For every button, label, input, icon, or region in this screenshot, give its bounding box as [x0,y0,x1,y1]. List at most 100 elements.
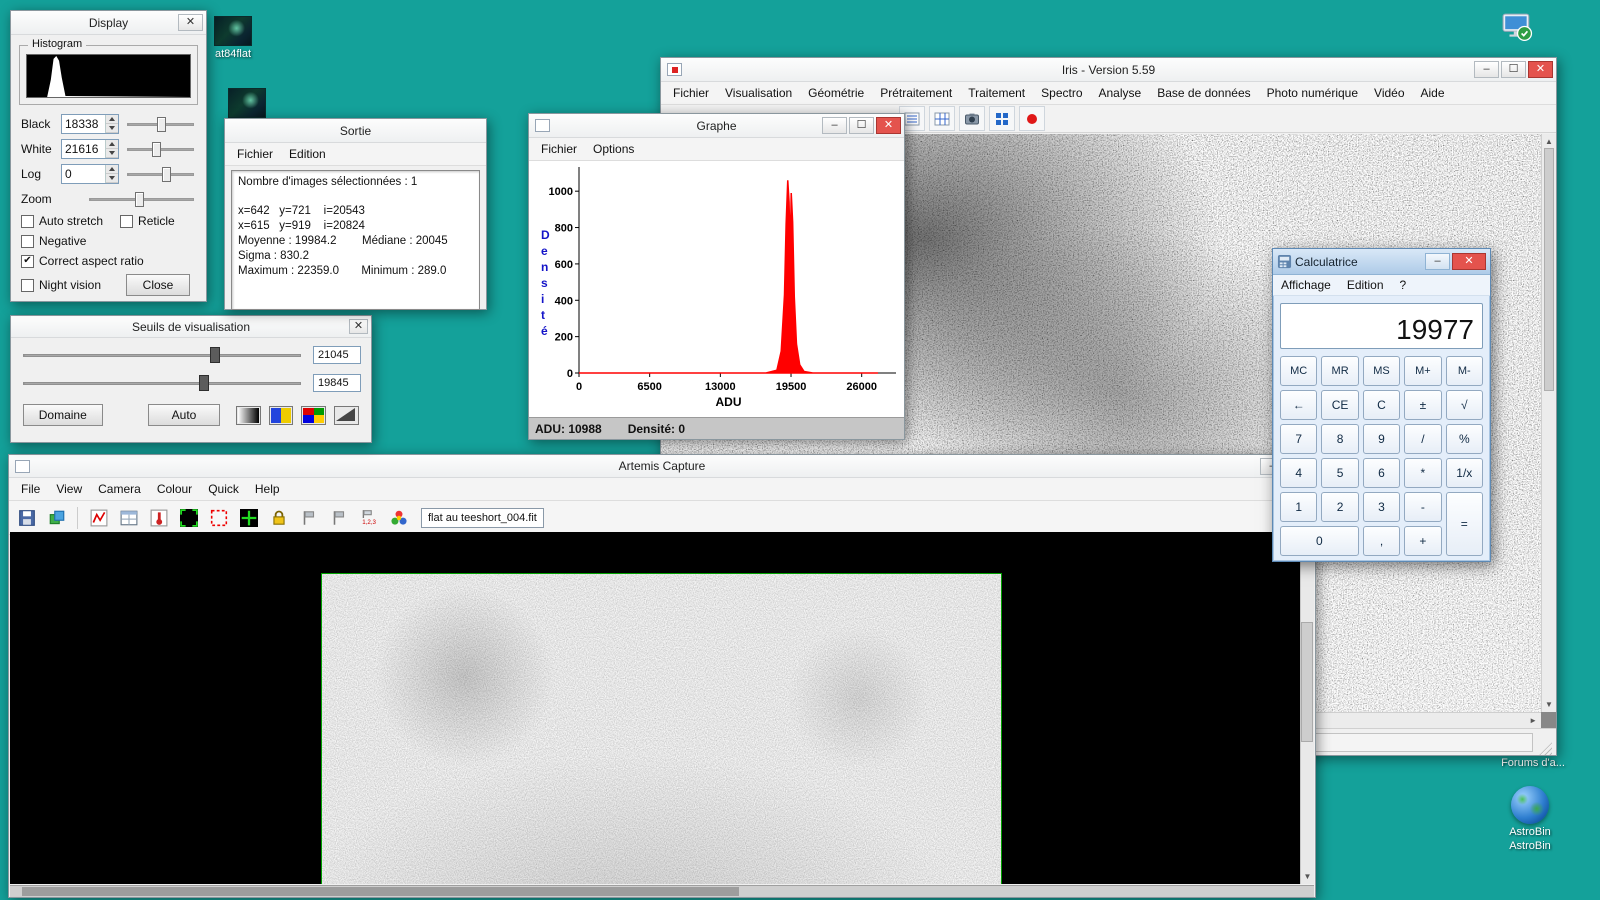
menu-item-aide[interactable]: Aide [1413,83,1453,103]
scroll-right-arrow-icon[interactable]: ► [1525,713,1541,728]
table-window-icon[interactable] [115,504,142,531]
menu-item-view[interactable]: View [48,479,90,499]
black-level-slider[interactable] [125,115,196,133]
graphe-minimize-button[interactable]: – [822,117,847,134]
artemis-hscroll-thumb[interactable] [22,887,740,896]
spin-up-icon[interactable] [106,139,118,149]
slider-thumb[interactable] [161,166,171,182]
high-threshold-thumb[interactable] [209,347,220,363]
calc-minimize-button[interactable]: – [1425,253,1450,270]
iris-vscroll-thumb[interactable] [1544,148,1554,391]
desktop-icon-thumbnail-2[interactable] [228,88,266,118]
negative-checkbox[interactable] [21,234,34,248]
artemis-titlebar[interactable]: Artemis Capture – ☐ [9,455,1315,478]
flag-icon[interactable] [295,504,322,531]
spin-down-icon[interactable] [106,148,118,158]
display-close-button[interactable]: ✕ [178,14,203,31]
menu-item-traitement[interactable]: Traitement [960,83,1033,103]
slider-thumb[interactable] [151,141,161,157]
low-threshold-value[interactable]: 19845 [313,374,361,392]
subframe-select-icon[interactable] [175,504,202,531]
black-level-spinner[interactable]: 18338 [61,113,119,134]
high-threshold-value[interactable]: 21045 [313,346,361,364]
zoom-slider[interactable] [87,190,196,208]
calc-key-reciprocal[interactable]: 1/x [1445,458,1483,488]
menu-item-pretraitement[interactable]: Prétraitement [872,83,960,103]
calc-key-mminus[interactable]: M- [1445,356,1483,386]
white-level-value[interactable]: 21616 [62,140,105,158]
menu-item-spectro[interactable]: Spectro [1033,83,1090,103]
log-spinner[interactable]: 0 [61,163,119,184]
calc-key-multiply[interactable]: * [1404,458,1442,488]
menu-item-geometrie[interactable]: Géométrie [800,83,872,103]
signal-chart-icon[interactable] [85,504,112,531]
artemis-flat-image[interactable] [321,573,1002,884]
artemis-vscroll-thumb[interactable] [1301,622,1313,742]
scroll-up-arrow-icon[interactable]: ▲ [1541,134,1556,149]
seuils-titlebar[interactable]: Seuils de visualisation ✕ [11,316,371,338]
color-blocks-icon[interactable] [989,106,1015,131]
spin-down-icon[interactable] [106,123,118,133]
grid-icon[interactable] [929,106,955,131]
menu-item-quick[interactable]: Quick [200,479,247,499]
low-threshold-slider[interactable] [21,373,303,393]
calc-key-ms[interactable]: MS [1362,356,1401,386]
calc-key-3[interactable]: 3 [1362,492,1401,522]
menu-item-affichage[interactable]: Affichage [1273,275,1339,295]
sortie-output[interactable]: Nombre d'images sélectionnées : 1 x=642 … [231,170,480,310]
domaine-button[interactable]: Domaine [23,404,103,426]
calc-key-plus[interactable]: + [1404,526,1442,556]
lock-icon[interactable] [265,504,292,531]
menu-item-fichier[interactable]: Fichier [533,139,585,159]
auto-button[interactable]: Auto [148,404,220,426]
close-button[interactable]: Close [126,274,190,296]
menu-item-fichier[interactable]: Fichier [229,144,281,164]
scroll-down-arrow-icon[interactable]: ▼ [1541,697,1556,712]
desktop-icon-system[interactable] [1500,12,1534,42]
menu-item-edition[interactable]: Edition [1339,275,1392,295]
menu-item-colour[interactable]: Colour [149,479,200,499]
artemis-horizontal-scrollbar[interactable] [10,885,1314,897]
record-icon[interactable] [1019,106,1045,131]
calc-key-minus[interactable]: - [1404,492,1442,522]
iris-vertical-scrollbar[interactable]: ▲ ▼ [1541,134,1556,712]
spin-up-icon[interactable] [106,164,118,174]
artemis-vertical-scrollbar[interactable]: ▲ ▼ [1300,532,1314,884]
calc-key-4[interactable]: 4 [1280,458,1318,488]
gamma-triangle-button[interactable] [334,405,359,425]
white-level-slider[interactable] [125,140,196,158]
calc-key-percent[interactable]: % [1445,424,1483,454]
menu-item-options[interactable]: Options [585,139,642,159]
bicolor-mode-button[interactable] [268,405,294,425]
night-vision-checkbox[interactable] [21,278,34,292]
save-icon[interactable] [13,504,40,531]
menu-item-base-de-donnees[interactable]: Base de données [1149,83,1258,103]
desktop-icon-astrobin[interactable]: AstroBin AstroBin [1490,786,1570,852]
spin-down-icon[interactable] [106,173,118,183]
calc-key-backspace[interactable]: ← [1280,390,1318,420]
calc-key-1[interactable]: 1 [1280,492,1318,522]
iris-close-button[interactable]: ✕ [1528,61,1553,78]
calc-key-2[interactable]: 2 [1321,492,1359,522]
calc-close-button[interactable]: ✕ [1452,253,1486,270]
menu-item-file[interactable]: File [13,479,48,499]
image-stack-icon[interactable] [43,504,70,531]
sequence-123-icon[interactable]: 1,2,3 [355,504,382,531]
menu-item-camera[interactable]: Camera [90,479,149,499]
calc-key-mplus[interactable]: M+ [1404,356,1442,386]
color-wheel-icon[interactable] [385,504,412,531]
low-threshold-thumb[interactable] [198,375,209,391]
graphe-titlebar[interactable]: Graphe – ☐ ✕ [529,114,904,138]
grayscale-mode-button[interactable] [235,405,261,425]
auto-stretch-checkbox[interactable] [21,214,34,228]
calc-key-0[interactable]: 0 [1280,526,1359,556]
desktop-icon-at84flat[interactable]: at84flat [214,16,252,60]
reticle-checkbox[interactable] [120,214,134,228]
menu-item-edition[interactable]: Edition [281,144,334,164]
scroll-down-arrow-icon[interactable]: ▼ [1300,869,1314,884]
menu-item-help[interactable]: Help [247,479,288,499]
calc-key-9[interactable]: 9 [1362,424,1401,454]
calc-key-negate[interactable]: ± [1404,390,1442,420]
spin-up-icon[interactable] [106,114,118,124]
log-slider[interactable] [125,165,196,183]
